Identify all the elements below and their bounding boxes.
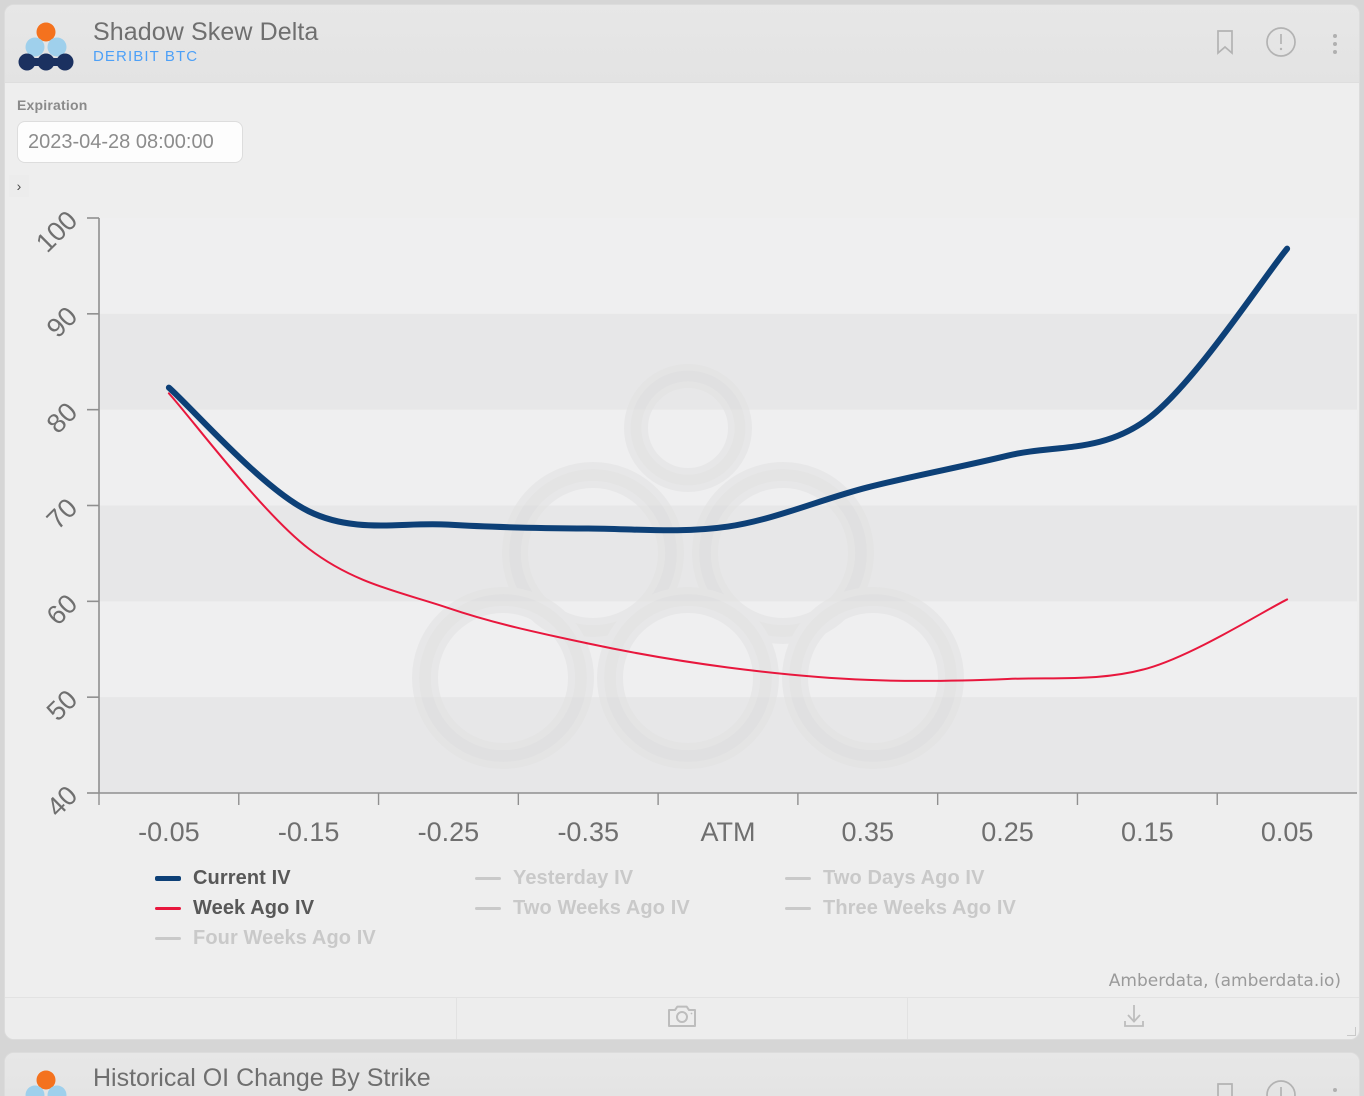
bookmark-icon[interactable]: [1213, 1081, 1237, 1096]
legend-swatch: [475, 906, 501, 910]
svg-text:-0.05: -0.05: [138, 817, 200, 847]
svg-text:0.25: 0.25: [981, 817, 1034, 847]
kebab-menu-icon[interactable]: [1325, 30, 1345, 58]
toolbar-download-cell[interactable]: [907, 998, 1359, 1039]
amberdata-logo-icon: [18, 22, 74, 71]
expiration-input[interactable]: [17, 121, 243, 163]
svg-text:60: 60: [41, 588, 83, 630]
legend-swatch: [155, 875, 181, 881]
svg-text:ATM: ATM: [701, 817, 756, 847]
legend-swatch: [785, 906, 811, 910]
legend-label: Two Weeks Ago IV: [513, 896, 690, 919]
legend-item-current-iv[interactable]: Current IV: [155, 863, 465, 893]
widget-header-actions: [1213, 5, 1345, 83]
svg-text:0.15: 0.15: [1121, 817, 1174, 847]
legend-item-two-days-ago-iv[interactable]: Two Days Ago IV: [785, 863, 985, 893]
legend-label: Week Ago IV: [193, 896, 315, 919]
legend-swatch: [785, 876, 811, 880]
legend-label: Yesterday IV: [513, 866, 634, 889]
legend-row: Current IV Yesterday IV Two Days Ago IV: [155, 863, 1155, 893]
widget-title-block: Shadow Skew Delta DERIBIT BTC: [93, 17, 318, 67]
widget-header: Shadow Skew Delta DERIBIT BTC: [5, 5, 1359, 83]
camera-icon: [667, 1003, 697, 1034]
kebab-menu-icon[interactable]: [1325, 1084, 1345, 1096]
svg-text:40: 40: [41, 780, 83, 822]
page-root: Shadow Skew Delta DERIBIT BTC Expiration…: [0, 0, 1364, 1096]
next-widget-header-actions: [1213, 1079, 1345, 1096]
next-widget-title-block: Historical OI Change By Strike DERIBIT B…: [93, 1063, 431, 1096]
legend-label: Four Weeks Ago IV: [193, 926, 376, 949]
svg-text:70: 70: [41, 493, 83, 535]
legend-row: Four Weeks Ago IV: [155, 923, 1155, 953]
toolbar-left-cell[interactable]: [5, 998, 456, 1039]
legend-swatch: [475, 876, 501, 880]
legend-swatch: [155, 906, 181, 910]
svg-text:50: 50: [41, 684, 83, 726]
shadow-skew-delta-widget: Shadow Skew Delta DERIBIT BTC Expiration…: [4, 4, 1360, 1040]
svg-text:0.05: 0.05: [1261, 817, 1314, 847]
legend-label: Three Weeks Ago IV: [823, 896, 1016, 919]
legend-item-yesterday-iv[interactable]: Yesterday IV: [475, 863, 775, 893]
next-widget-header: Historical OI Change By Strike DERIBIT B…: [5, 1053, 1359, 1096]
historical-oi-change-widget: Historical OI Change By Strike DERIBIT B…: [4, 1052, 1360, 1096]
next-widget-title: Historical OI Change By Strike: [93, 1064, 431, 1092]
info-circle-icon[interactable]: [1265, 26, 1297, 63]
svg-text:-0.15: -0.15: [278, 817, 340, 847]
expiration-label: Expiration: [17, 97, 88, 113]
legend-row: Week Ago IV Two Weeks Ago IV Three Weeks A…: [155, 893, 1155, 923]
widget-toolbar: [5, 997, 1359, 1039]
info-circle-icon[interactable]: [1265, 1079, 1297, 1096]
legend-swatch: [155, 936, 181, 940]
svg-text:-0.35: -0.35: [557, 817, 619, 847]
legend-item-four-weeks-ago-iv[interactable]: Four Weeks Ago IV: [155, 923, 465, 953]
download-icon: [1120, 1002, 1148, 1035]
svg-text:100: 100: [30, 205, 83, 258]
svg-text:-0.25: -0.25: [418, 817, 480, 847]
legend-item-two-weeks-ago-iv[interactable]: Two Weeks Ago IV: [475, 893, 775, 923]
svg-text:0.35: 0.35: [841, 817, 894, 847]
attribution-text: Amberdata, (amberdata.io): [1108, 971, 1341, 991]
widget-subtitle: DERIBIT BTC: [93, 48, 199, 65]
amberdata-logo-icon: [25, 1070, 67, 1096]
legend-label: Current IV: [193, 866, 291, 889]
chart-legend: Current IV Yesterday IV Two Days Ago IV Wee…: [155, 863, 1155, 953]
legend-item-three-weeks-ago-iv[interactable]: Three Weeks Ago IV: [785, 893, 1016, 923]
widget-title: Shadow Skew Delta: [93, 18, 319, 46]
legend-item-week-ago-iv[interactable]: Week Ago IV: [155, 893, 465, 923]
widget-controls: Expiration ›: [5, 83, 1359, 197]
bookmark-icon[interactable]: [1213, 28, 1237, 61]
toolbar-snapshot-cell[interactable]: [455, 998, 908, 1039]
svg-text:90: 90: [41, 301, 83, 343]
legend-label: Two Days Ago IV: [823, 866, 985, 889]
svg-text:80: 80: [41, 397, 83, 439]
resize-grip[interactable]: [1347, 1027, 1356, 1036]
